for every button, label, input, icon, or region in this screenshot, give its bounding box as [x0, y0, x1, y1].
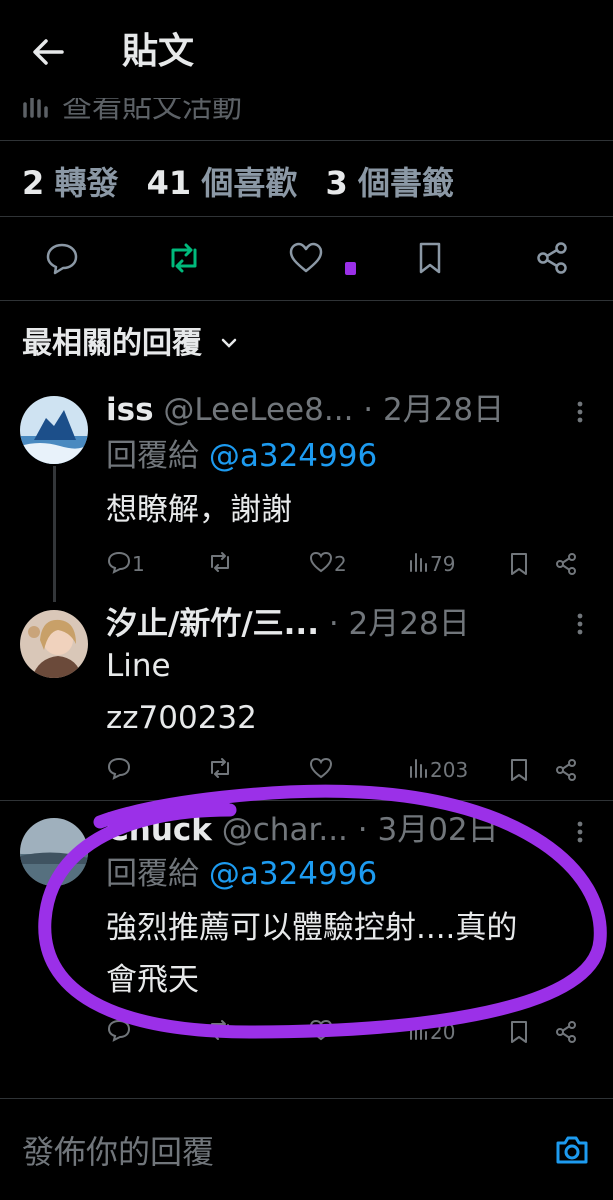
reply-author-handle[interactable]: @LeeLee8... — [163, 392, 353, 428]
divider — [0, 216, 613, 217]
like-button[interactable]: 2 — [308, 544, 347, 584]
bookmarks-label[interactable]: 個書籤 — [358, 164, 454, 202]
reply-count: 1 — [132, 552, 145, 576]
bookmark-icon[interactable] — [408, 236, 452, 280]
divider — [0, 140, 613, 141]
like-icon[interactable] — [284, 236, 328, 280]
reply-button[interactable]: 1 — [106, 544, 145, 584]
camera-icon[interactable] — [552, 1130, 592, 1170]
repost-button[interactable] — [206, 544, 234, 584]
avatar[interactable] — [20, 396, 88, 464]
bookmark-icon[interactable] — [508, 544, 530, 584]
post-stats: 2 轉發 41 個喜歡 3 個書籤 — [22, 160, 472, 206]
reply-icon[interactable] — [40, 236, 84, 280]
replying-to: 回覆給 @a324996 — [106, 434, 377, 478]
reposts-label[interactable]: 轉發 — [54, 164, 118, 202]
reply-text: 想瞭解，謝謝 — [106, 492, 292, 528]
thread-line — [53, 466, 56, 602]
reply-author-name[interactable]: iss — [106, 392, 154, 428]
annotation-mark — [345, 262, 356, 275]
bookmarks-count[interactable]: 3 — [326, 164, 348, 202]
share-icon[interactable] — [530, 236, 574, 280]
views-count: 79 — [430, 552, 456, 576]
sort-dropdown[interactable]: 最相關的回覆 — [22, 322, 240, 367]
likes-label[interactable]: 個喜歡 — [201, 164, 297, 202]
reposts-count[interactable]: 2 — [22, 164, 44, 202]
reply-text-line-1: Line — [106, 648, 171, 684]
reply-text-line-2: zz700232 — [106, 700, 257, 736]
views-button[interactable]: 79 — [408, 544, 455, 584]
views-icon — [408, 551, 430, 578]
back-arrow-icon[interactable] — [26, 30, 70, 74]
repost-icon — [206, 550, 234, 579]
likes-count[interactable]: 41 — [147, 164, 192, 202]
more-options-icon[interactable] — [568, 392, 592, 432]
divider — [0, 300, 613, 301]
reply-composer-input[interactable]: 發佈你的回覆 — [22, 1128, 214, 1176]
reply-header: 汐止/新竹/三... · 2月28日 — [106, 602, 470, 646]
repost-icon[interactable] — [162, 236, 206, 280]
reply-icon — [106, 550, 132, 579]
divider — [0, 1098, 613, 1099]
reply-header: iss @LeeLee8... · 2月28日 — [106, 388, 504, 432]
top-bar: 貼文 — [0, 0, 613, 98]
like-count: 2 — [334, 552, 347, 576]
like-icon — [308, 550, 334, 579]
replying-to-handle[interactable]: @a324996 — [209, 438, 377, 474]
avatar[interactable] — [20, 610, 88, 678]
more-options-icon[interactable] — [568, 604, 592, 644]
annotation-scribble — [38, 784, 607, 1039]
reply-date[interactable]: · 2月28日 — [329, 606, 470, 642]
replying-to-prefix: 回覆給 — [106, 438, 199, 474]
sort-label: 最相關的回覆 — [22, 326, 202, 361]
chevron-down-icon — [218, 323, 240, 367]
share-icon[interactable] — [554, 544, 578, 584]
reply-date[interactable]: · 2月28日 — [363, 392, 504, 428]
reply-author-name[interactable]: 汐止/新竹/三... — [106, 606, 319, 642]
page-title: 貼文 — [122, 31, 195, 72]
